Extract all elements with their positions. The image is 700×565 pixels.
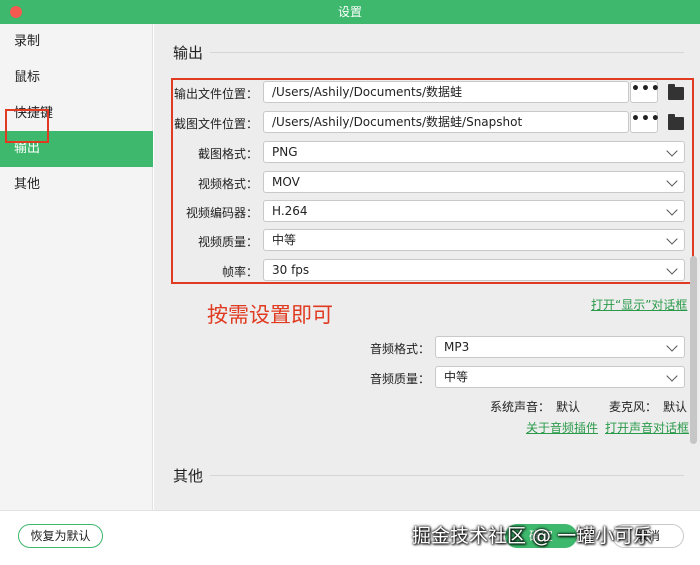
audio-format-label: 音频格式： <box>369 342 430 356</box>
open-display-dialog-link[interactable]: 打开“显示”对话框 <box>591 296 687 313</box>
restore-defaults-button[interactable]: 恢复为默认 <box>18 524 103 548</box>
sidebar-highlight-box <box>5 109 49 143</box>
annotation-text: 按需设置即可 <box>207 303 333 327</box>
output-section-title: 输出 <box>173 44 204 62</box>
audio-quality-select[interactable]: 中等 <box>435 366 685 388</box>
output-section-divider <box>210 52 684 53</box>
audio-quality-label: 音频质量： <box>369 372 430 386</box>
highlight-box <box>171 78 694 284</box>
window-title: 设置 <box>337 5 362 19</box>
sidebar-item-mouse[interactable]: 鼠标 <box>0 60 153 96</box>
system-sound-value: 默认 <box>556 400 581 414</box>
microphone-value: 默认 <box>663 400 688 414</box>
open-sound-dialog-link[interactable]: 打开声音对话框 <box>605 419 689 436</box>
system-sound-label: 系统声音： <box>490 400 551 414</box>
close-window-button[interactable] <box>10 6 22 18</box>
audio-format-select[interactable]: MP3 <box>435 336 685 358</box>
sidebar-item-record[interactable]: 录制 <box>0 24 153 60</box>
watermark-text: 掘金技术社区 @ 一罐小可乐 <box>412 525 653 547</box>
title-bar: 设置 <box>0 0 700 24</box>
other-section-divider <box>210 475 684 476</box>
scrollbar-thumb[interactable] <box>690 256 697 444</box>
sidebar: 录制 鼠标 快捷键 输出 其他 <box>0 24 153 510</box>
other-section-title: 其他 <box>173 467 204 485</box>
sidebar-item-other[interactable]: 其他 <box>0 167 153 203</box>
about-audio-plugin-link[interactable]: 关于音频插件 <box>526 419 598 436</box>
microphone-label: 麦克风： <box>609 400 658 414</box>
